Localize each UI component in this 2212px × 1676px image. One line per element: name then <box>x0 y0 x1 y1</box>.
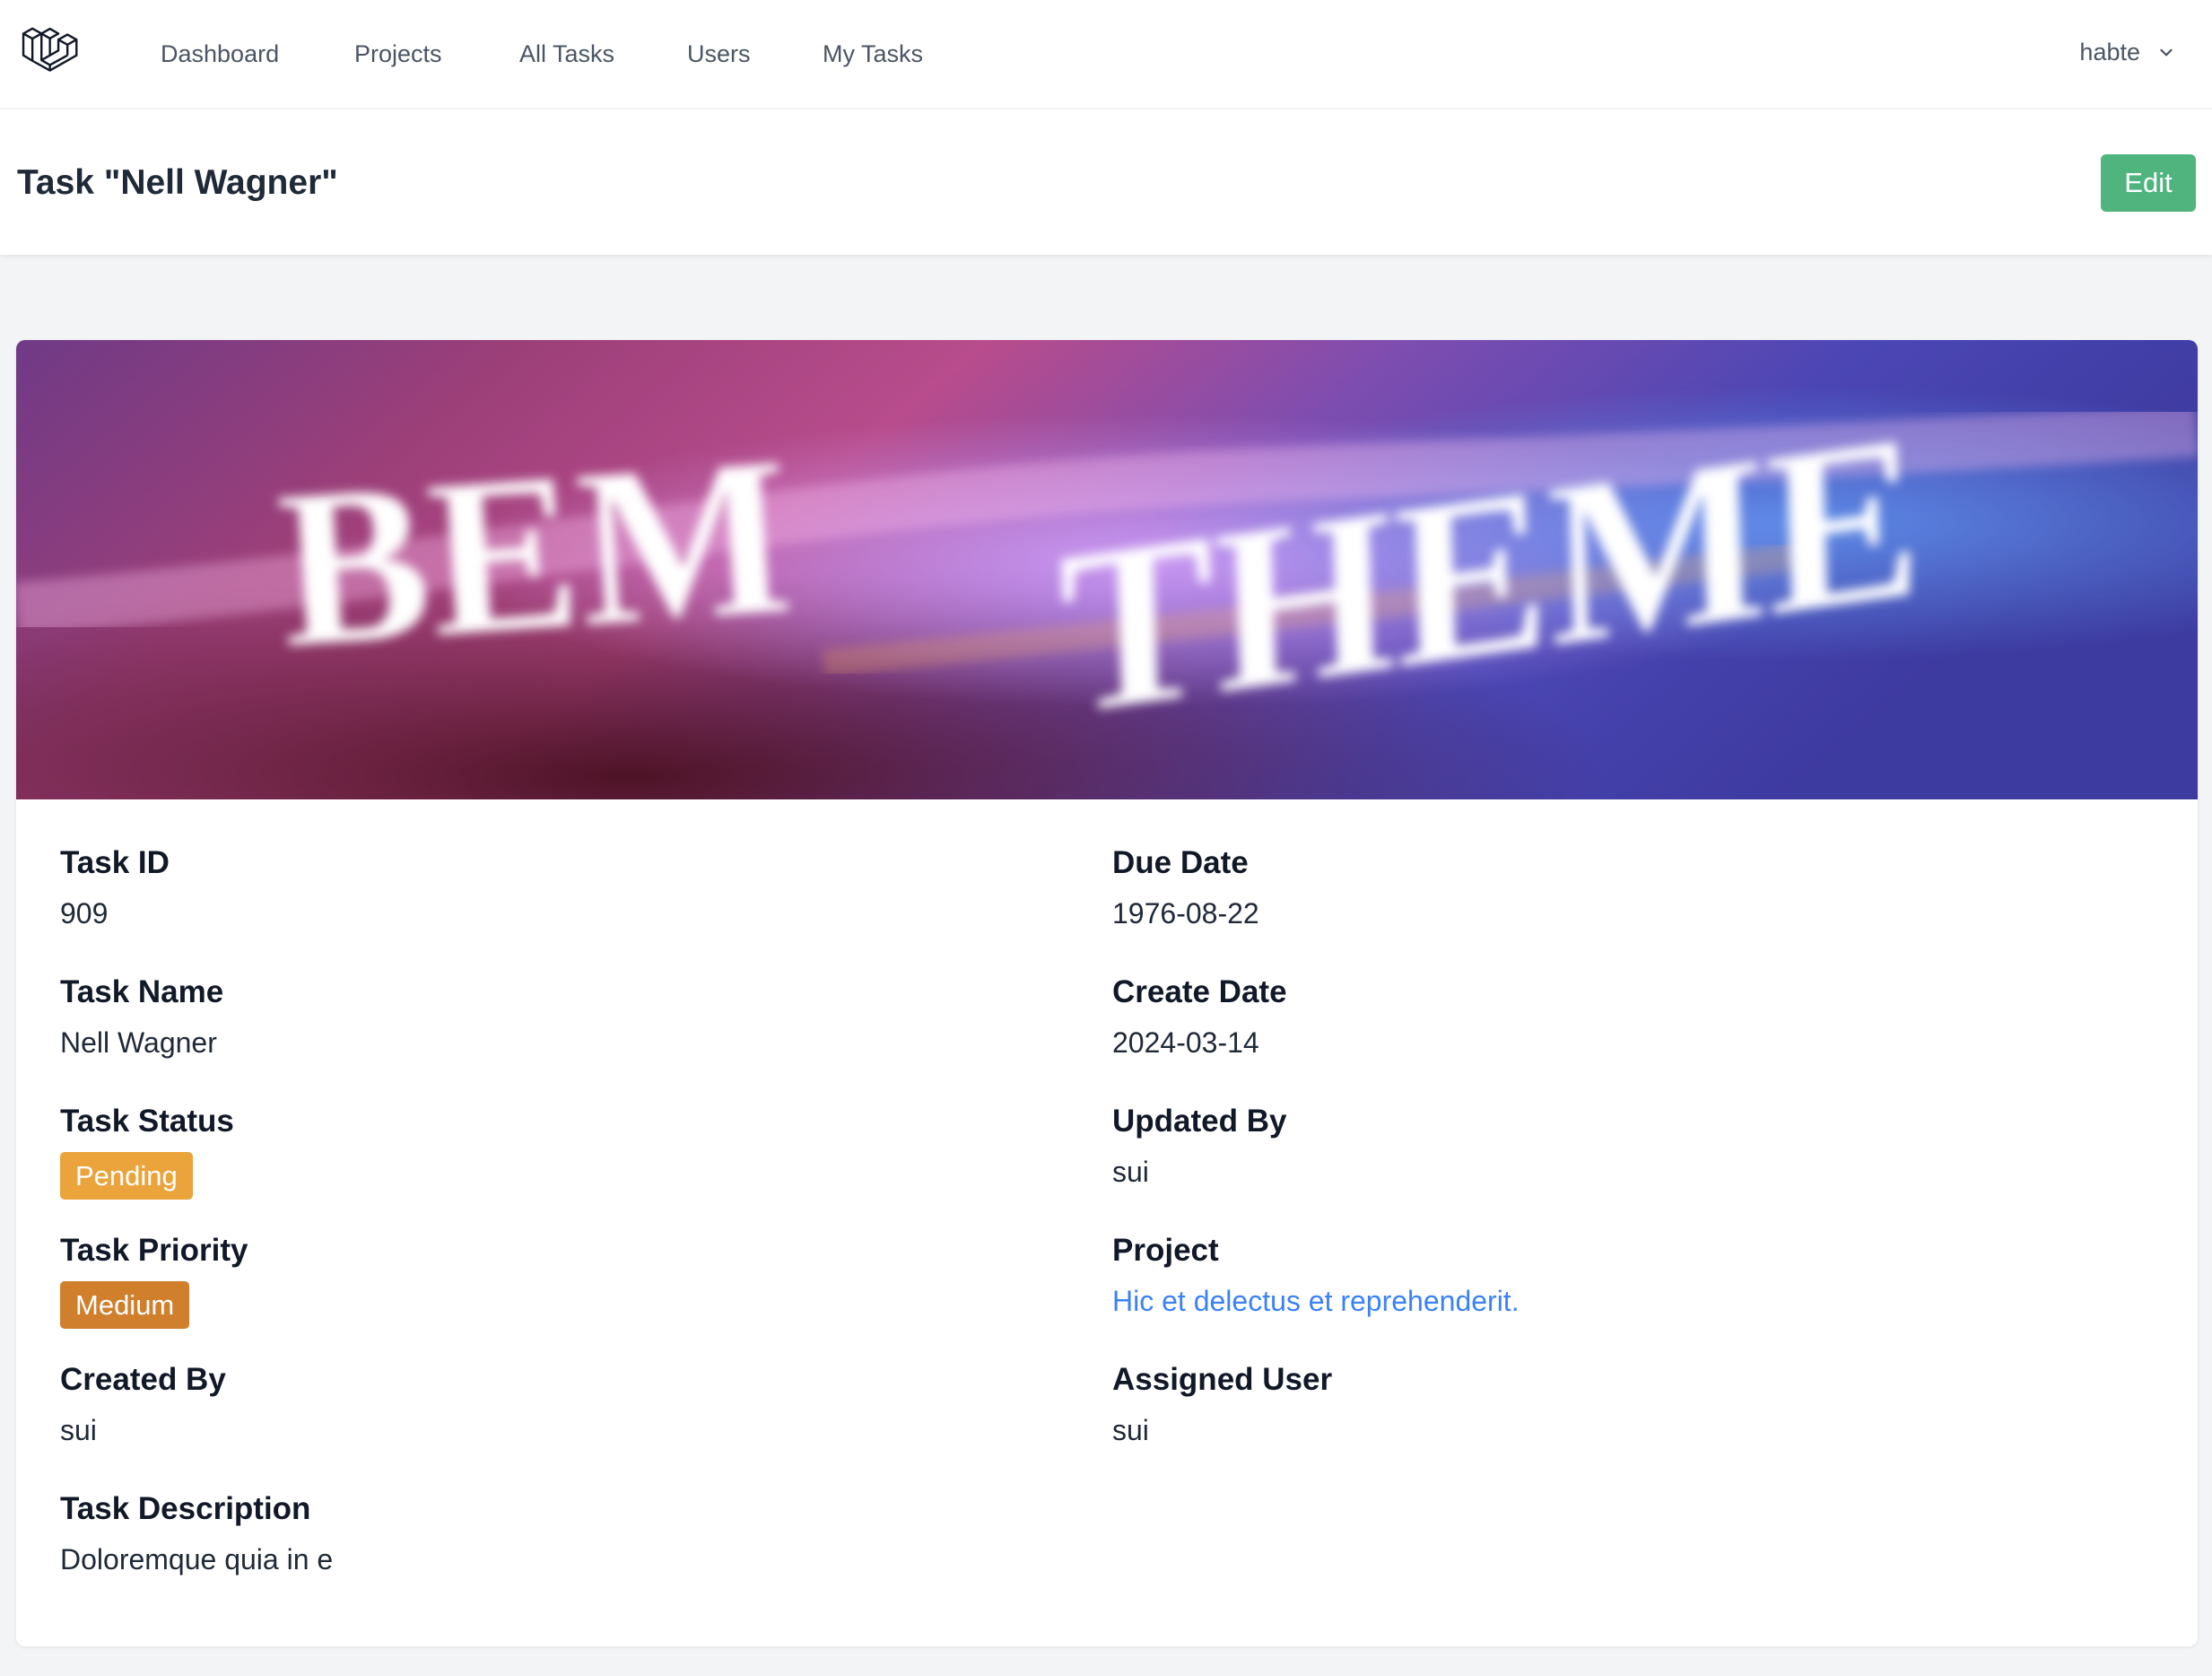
field-task-id: Task ID 909 <box>60 843 957 931</box>
assigned-user-value: sui <box>1112 1414 1149 1446</box>
page-title: Task "Nell Wagner" <box>17 163 338 202</box>
due-date-value: 1976-08-22 <box>1112 897 1259 930</box>
task-image: BEM THEME <box>16 340 2198 799</box>
chevron-down-icon <box>2160 48 2173 57</box>
nav-all-tasks[interactable]: All Tasks <box>519 38 614 70</box>
svg-text:BEM: BEM <box>272 411 798 694</box>
page-header: Task "Nell Wagner" Edit <box>0 109 2212 255</box>
nav-dashboard[interactable]: Dashboard <box>161 38 279 70</box>
field-project: Project Hic et delectus et reprehenderit… <box>1112 1231 2009 1319</box>
task-id-label: Task ID <box>60 845 170 880</box>
field-created-by: Created By sui <box>60 1360 957 1448</box>
laravel-logo-icon[interactable] <box>20 22 83 84</box>
field-task-description: Task Description Doloremque quia in e <box>60 1489 957 1577</box>
field-create-date: Create Date 2024-03-14 <box>1112 973 2009 1061</box>
nav-projects[interactable]: Projects <box>354 38 442 70</box>
top-navigation: Dashboard Projects All Tasks Users My Ta… <box>0 0 2212 109</box>
field-updated-by: Updated By sui <box>1112 1102 2009 1190</box>
task-name-label: Task Name <box>60 974 224 1009</box>
assigned-user-label: Assigned User <box>1112 1362 1333 1397</box>
field-assigned-user: Assigned User sui <box>1112 1360 2009 1448</box>
status-badge: Pending <box>60 1152 193 1200</box>
task-description-label: Task Description <box>60 1491 311 1526</box>
task-status-label: Task Status <box>60 1104 234 1139</box>
task-name-value: Nell Wagner <box>60 1026 217 1059</box>
task-id-value: 909 <box>60 897 109 930</box>
task-description-value: Doloremque quia in e <box>60 1543 334 1576</box>
field-task-status: Task Status Pending <box>60 1102 957 1200</box>
updated-by-label: Updated By <box>1112 1104 1287 1139</box>
edit-button[interactable]: Edit <box>2101 154 2196 212</box>
priority-badge: Medium <box>60 1281 190 1329</box>
created-by-value: sui <box>60 1414 97 1446</box>
create-date-label: Create Date <box>1112 974 1287 1009</box>
field-task-priority: Task Priority Medium <box>60 1231 957 1329</box>
due-date-label: Due Date <box>1112 845 1249 880</box>
task-priority-label: Task Priority <box>60 1233 248 1268</box>
task-detail-card: BEM THEME Task ID 909 Task Name Nell Wag… <box>16 340 2198 1646</box>
field-task-name: Task Name Nell Wagner <box>60 973 957 1061</box>
updated-by-value: sui <box>1112 1156 1149 1188</box>
created-by-label: Created By <box>60 1362 226 1397</box>
user-name: habte <box>2079 39 2140 65</box>
field-due-date: Due Date 1976-08-22 <box>1112 843 2009 931</box>
create-date-value: 2024-03-14 <box>1112 1026 1259 1059</box>
project-link[interactable]: Hic et delectus et reprehenderit. <box>1112 1285 1520 1317</box>
nav-users[interactable]: Users <box>687 38 751 70</box>
project-label: Project <box>1112 1233 1219 1268</box>
nav-my-tasks[interactable]: My Tasks <box>823 38 923 70</box>
user-menu-dropdown[interactable]: habte <box>2079 36 2176 68</box>
